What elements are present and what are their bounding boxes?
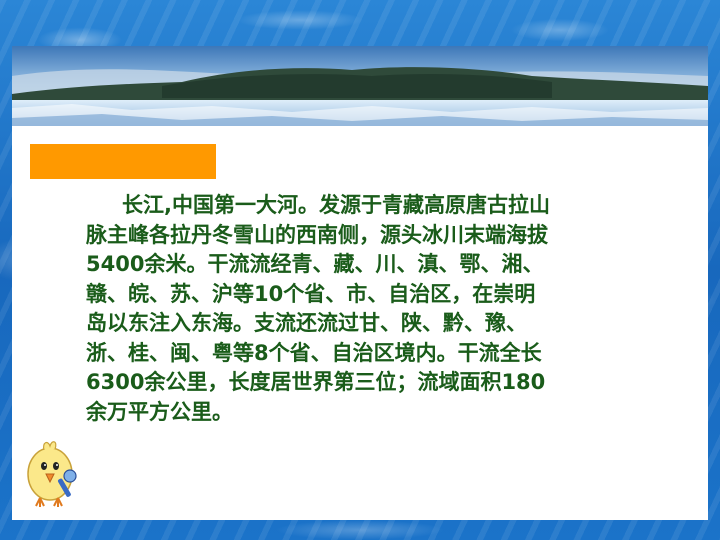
paragraph-line: 6300余公里，长度居世界第三位；流域面积180 (86, 370, 546, 394)
paragraph: 长江,中国第一大河。发源于青藏高原唐古拉山 脉主峰各拉丹冬雪山的西南侧，源头冰川… (86, 191, 706, 427)
paragraph-line: 浙、桂、闽、粤等8个省、自治区境内。干流全长 (86, 340, 542, 365)
paragraph-line: 余万平方公里。 (86, 399, 233, 424)
paragraph-line: 脉主峰各拉丹冬雪山的西南侧，源头冰川末端海拔 (86, 222, 548, 247)
content-panel: 长江,中国第一大河。发源于青藏高原唐古拉山 脉主峰各拉丹冬雪山的西南侧，源头冰川… (12, 126, 708, 520)
header-bar (30, 144, 216, 179)
paragraph-line: 长江,中国第一大河。发源于青藏高原唐古拉山 (122, 193, 550, 217)
landscape-banner (12, 46, 708, 126)
paragraph-line: 5400余米。干流流经青、藏、川、滇、鄂、湘、 (86, 252, 544, 276)
singing-chick-icon (18, 430, 90, 510)
paragraph-line: 赣、皖、苏、沪等10个省、市、自治区，在崇明 (86, 281, 536, 306)
paragraph-line: 岛以东注入东海。支流还流过甘、陕、黔、豫、 (86, 311, 527, 335)
